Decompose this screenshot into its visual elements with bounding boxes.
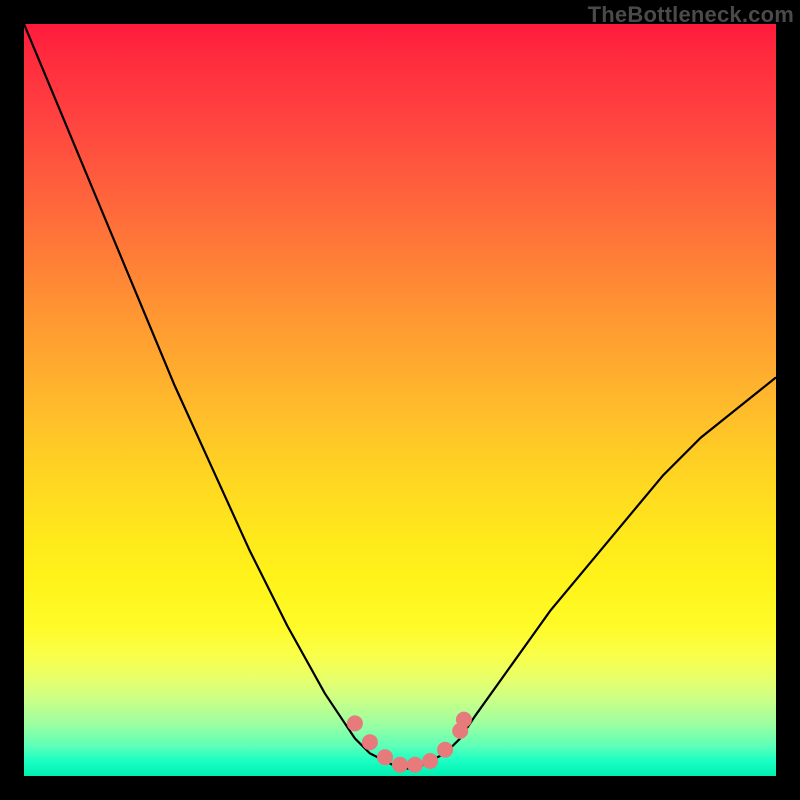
curve-marker (347, 715, 363, 731)
curve-marker (456, 712, 472, 728)
marker-group (347, 712, 472, 773)
curve-marker (437, 742, 453, 758)
watermark-text: TheBottleneck.com (588, 2, 794, 28)
curve-marker (362, 734, 378, 750)
bottleneck-curve-path (24, 24, 776, 769)
curve-svg (24, 24, 776, 776)
curve-marker (377, 749, 393, 765)
plot-area (24, 24, 776, 776)
chart-frame: TheBottleneck.com (0, 0, 800, 800)
curve-marker (407, 757, 423, 773)
curve-marker (392, 757, 408, 773)
curve-marker (422, 753, 438, 769)
